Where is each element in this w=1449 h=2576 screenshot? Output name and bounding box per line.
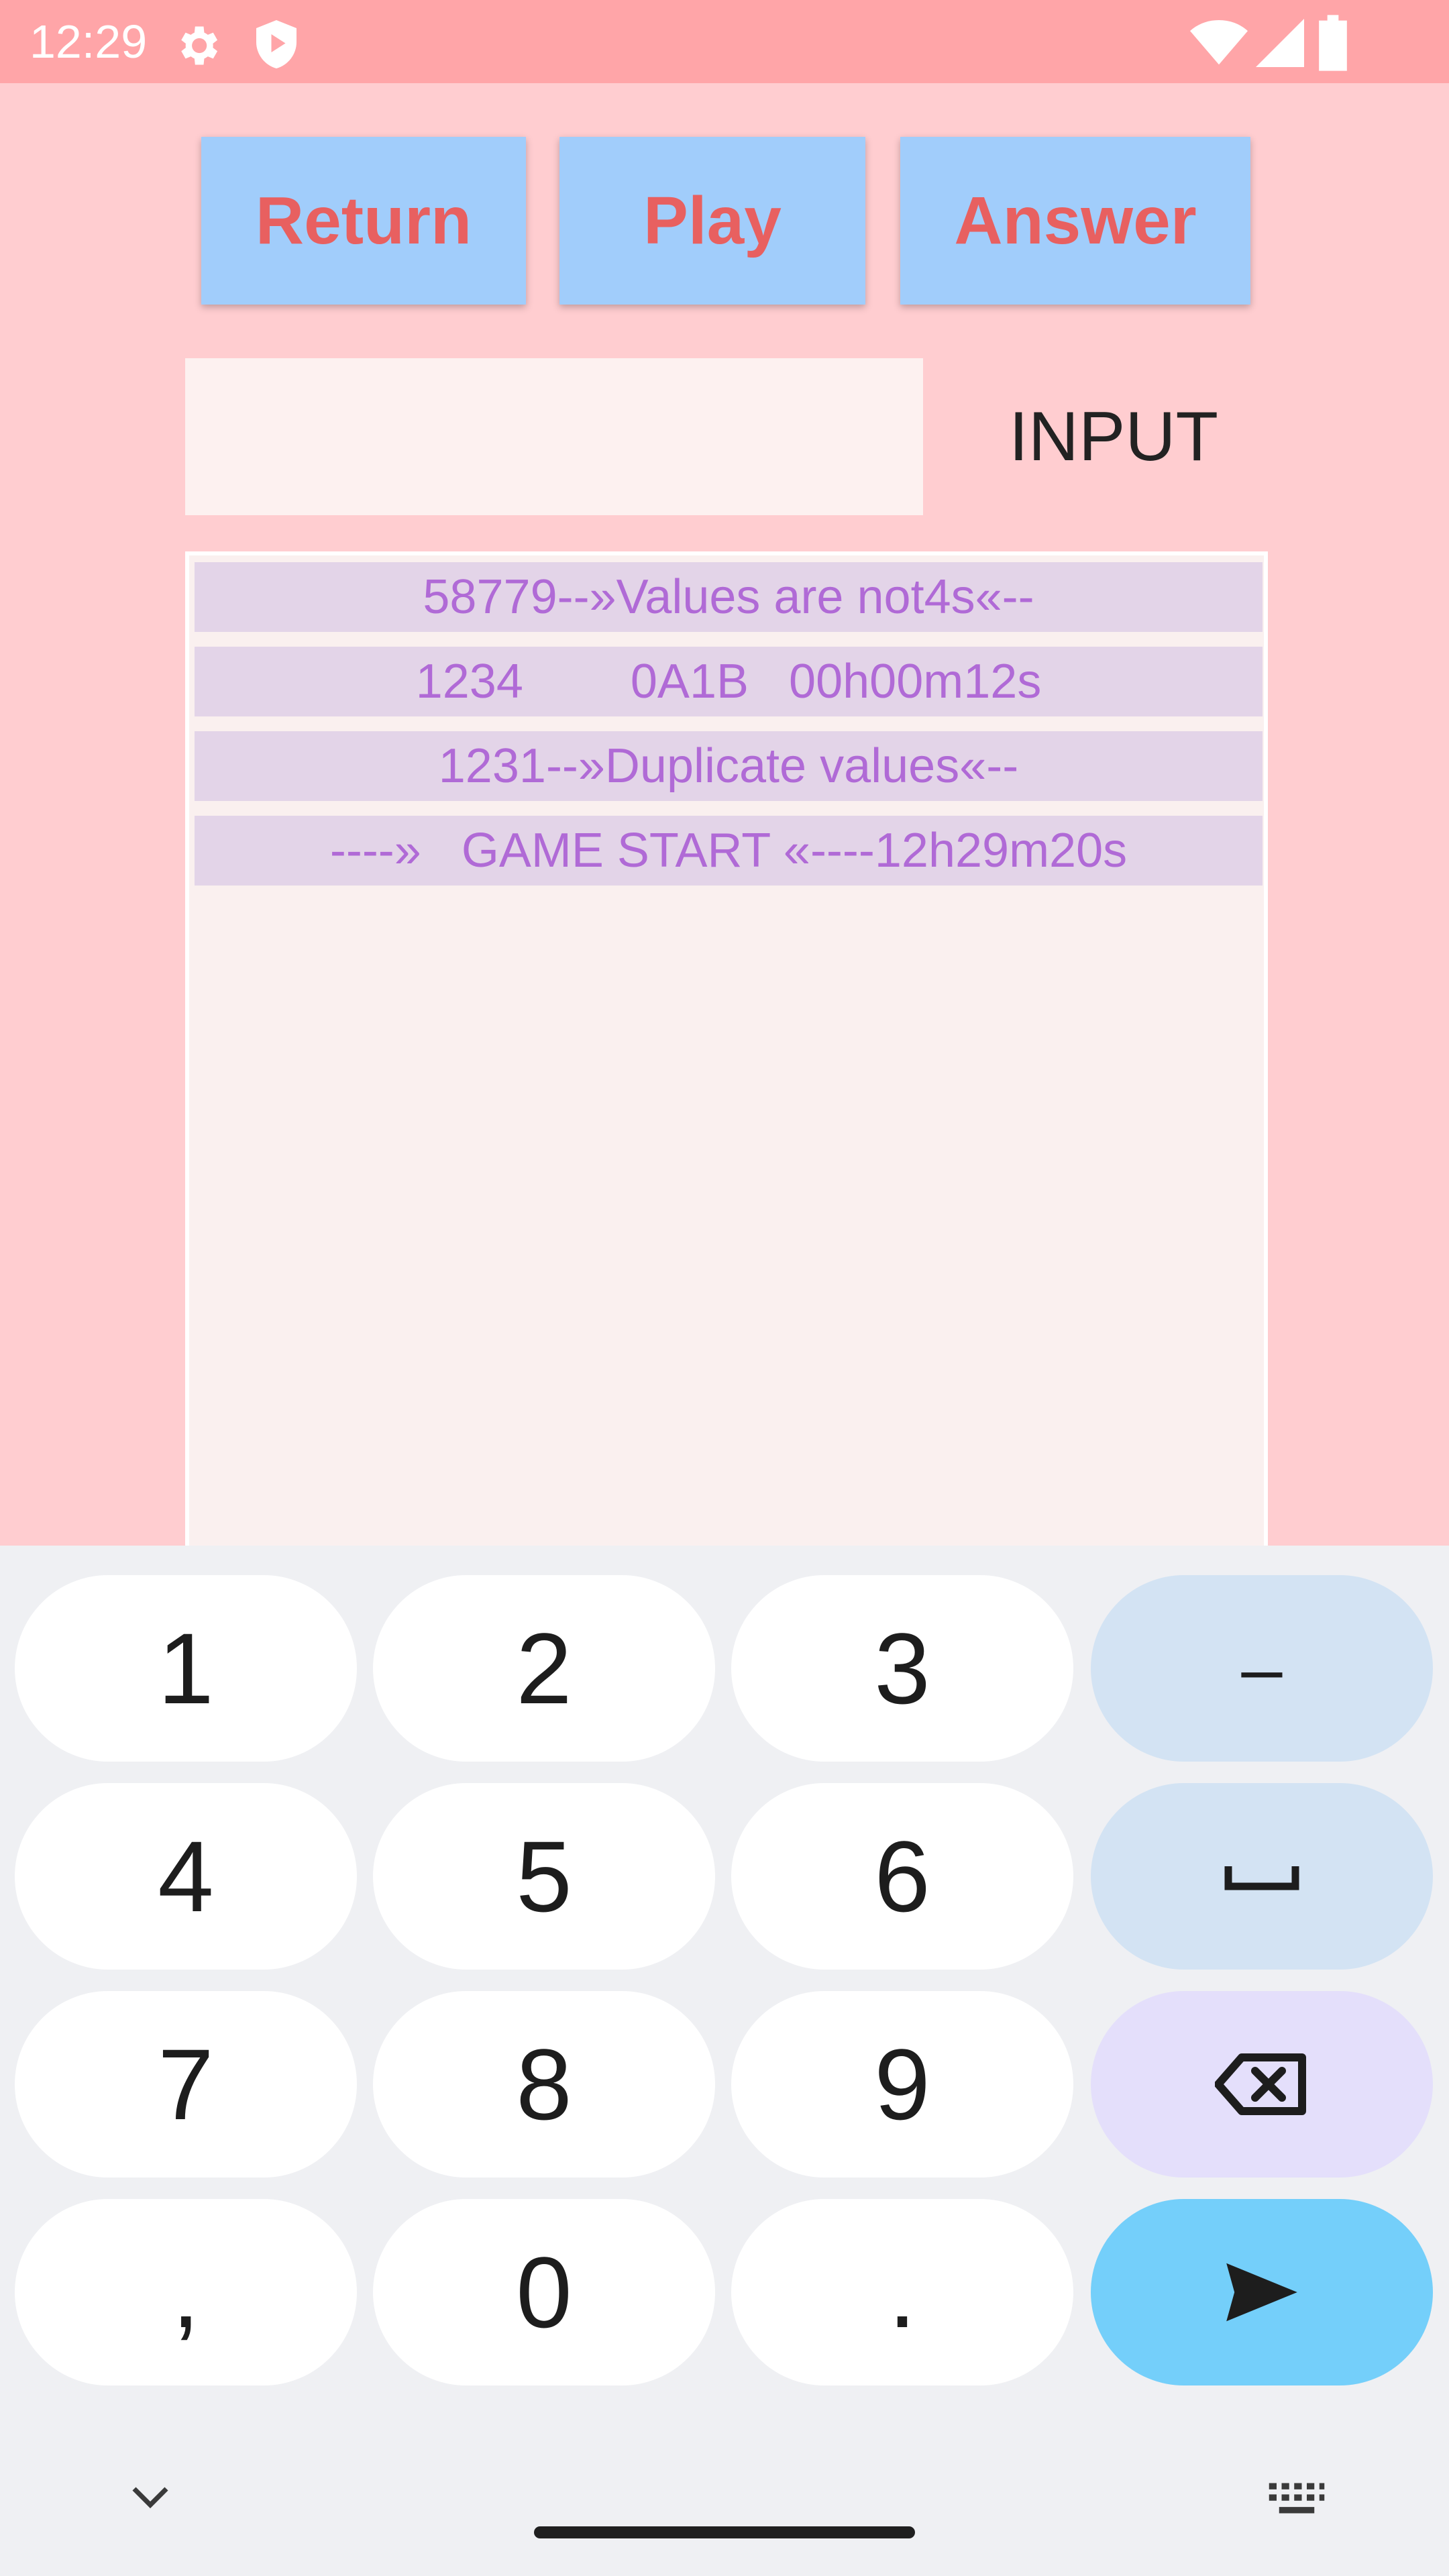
key-minus[interactable]: – xyxy=(1091,1575,1433,1762)
send-icon xyxy=(1226,2263,1297,2322)
key-4[interactable]: 4 xyxy=(15,1783,357,1970)
log-row: 58779--»Values are not4s«-- xyxy=(195,562,1263,632)
log-row: ----» GAME START «----12h29m20s xyxy=(195,816,1263,885)
status-time: 12:29 xyxy=(30,15,148,68)
backspace-icon xyxy=(1215,2053,1306,2115)
key-3[interactable]: 3 xyxy=(731,1575,1073,1762)
key-9[interactable]: 9 xyxy=(731,1991,1073,2178)
history-log[interactable]: 58779--»Values are not4s«-- 1234 0A1B 00… xyxy=(185,551,1268,1546)
shield-play-icon xyxy=(256,20,297,68)
cellular-icon xyxy=(1256,19,1304,67)
numeric-keyboard: 1 2 3 – 4 5 6 7 8 9 , 0 . xyxy=(0,1546,1449,2576)
gear-icon xyxy=(181,26,218,65)
battery-icon xyxy=(1319,15,1347,71)
guess-input[interactable] xyxy=(185,358,923,515)
key-send[interactable] xyxy=(1091,2199,1433,2385)
key-2[interactable]: 2 xyxy=(373,1575,715,1762)
play-button[interactable]: Play xyxy=(559,137,865,305)
key-comma[interactable]: , xyxy=(15,2199,357,2385)
wifi-icon xyxy=(1190,19,1248,65)
key-1[interactable]: 1 xyxy=(15,1575,357,1762)
space-icon xyxy=(1224,1866,1299,1890)
key-6[interactable]: 6 xyxy=(731,1783,1073,1970)
keyboard-icon[interactable] xyxy=(1267,2478,1327,2518)
status-bar: 12:29 xyxy=(0,0,1449,83)
key-8[interactable]: 8 xyxy=(373,1991,715,2178)
key-0[interactable]: 0 xyxy=(373,2199,715,2385)
log-row: 1231--»Duplicate values«-- xyxy=(195,731,1263,801)
key-7[interactable]: 7 xyxy=(15,1991,357,2178)
input-submit-button[interactable]: INPUT xyxy=(959,358,1268,515)
chevron-down-icon[interactable] xyxy=(129,2483,172,2510)
log-row: 1234 0A1B 00h00m12s xyxy=(195,647,1263,716)
answer-button[interactable]: Answer xyxy=(900,137,1250,305)
key-backspace[interactable] xyxy=(1091,1991,1433,2178)
key-period[interactable]: . xyxy=(731,2199,1073,2385)
return-button[interactable]: Return xyxy=(201,137,526,305)
key-5[interactable]: 5 xyxy=(373,1783,715,1970)
key-space[interactable] xyxy=(1091,1783,1433,1970)
navigation-handle[interactable] xyxy=(534,2526,915,2538)
